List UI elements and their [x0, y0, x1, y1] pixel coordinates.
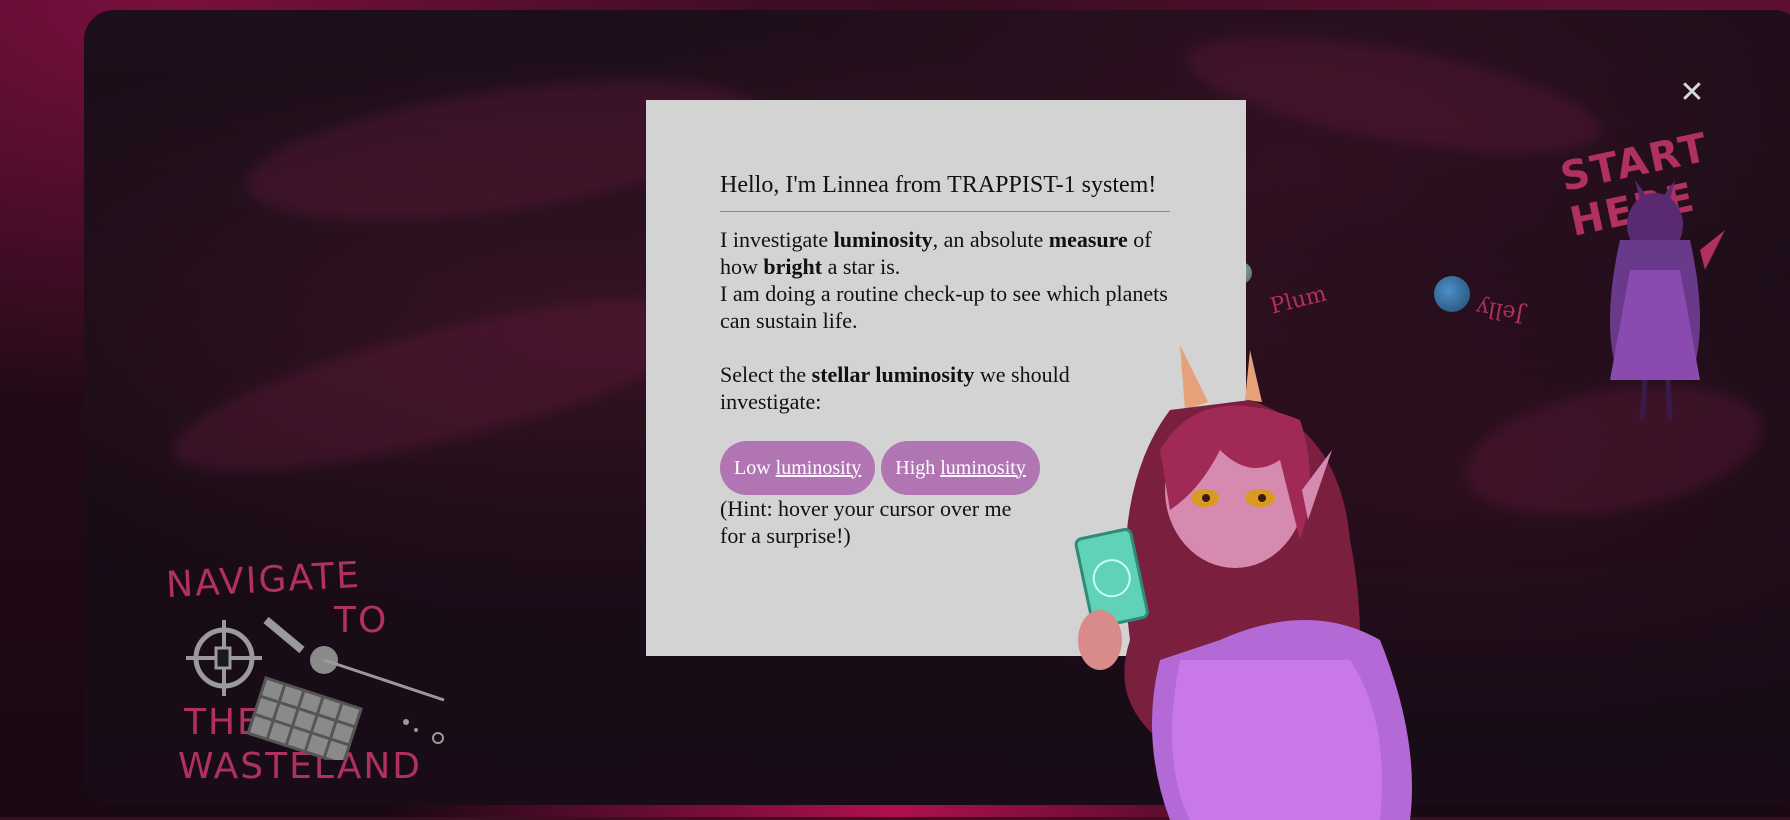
low-luminosity-button[interactable]: Low luminosity [720, 441, 876, 495]
planet-jelly-label[interactable]: Jelly [1474, 294, 1526, 327]
title-divider [720, 211, 1170, 212]
intro-text-line2: I am doing a routine check-up to see whi… [720, 281, 1168, 333]
navigate-label-line1[interactable]: NAVIGATE [165, 555, 362, 606]
planet-plum-label[interactable]: Plum [1268, 281, 1329, 319]
high-luminosity-button[interactable]: High luminosity [881, 441, 1040, 495]
intro-text: I investigate luminosity, an absolute me… [720, 227, 1152, 279]
planet-jelly[interactable] [1434, 276, 1470, 312]
background-streak [159, 263, 729, 507]
start-character-illustration[interactable] [1580, 180, 1730, 430]
dialogue-title: Hello, I'm Linnea from TRAPPIST-1 system… [720, 172, 1157, 198]
close-icon[interactable]: ✕ [1675, 76, 1709, 110]
satellite-icon[interactable] [184, 610, 454, 760]
hint-text: (Hint: hover your cursor over me for a s… [720, 496, 1012, 548]
linnea-character[interactable] [1050, 340, 1430, 820]
